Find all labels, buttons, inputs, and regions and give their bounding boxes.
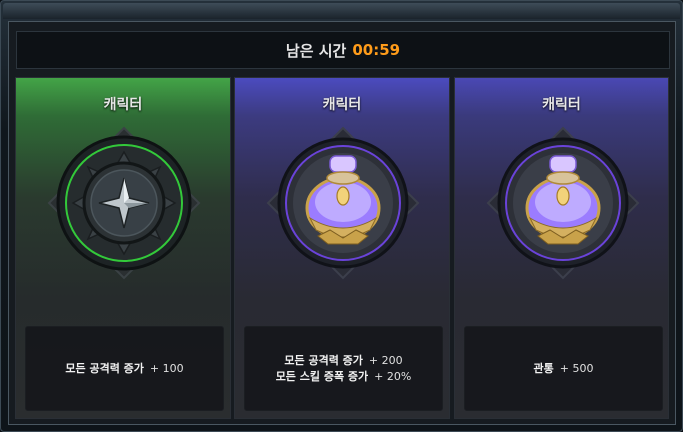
- effect-value: + 100: [149, 361, 184, 375]
- spiked-shield-emblem-icon: [47, 126, 201, 280]
- reward-panel: 남은 시간 00:59 캐릭터 모든 공격력 증가 + 100 캐릭터 모든 공…: [8, 21, 676, 425]
- effect-text: 모든 공격력 증가: [65, 361, 144, 375]
- effect-text: 관통: [533, 361, 554, 375]
- card-title: 캐릭터: [103, 97, 143, 113]
- reward-card-2[interactable]: 캐릭터 모든 공격력 증가 + 200 모든 스킬 증폭 증가 + 20%: [234, 77, 450, 419]
- purple-potion-emblem-icon: [486, 126, 640, 280]
- effect-description: 모든 공격력 증가 + 200 모든 스킬 증폭 증가 + 20%: [244, 326, 443, 411]
- effect-line: 모든 공격력 증가 + 200: [284, 353, 402, 369]
- effect-line: 모든 공격력 증가 + 100: [65, 361, 183, 377]
- card-title: 캐릭터: [542, 97, 581, 113]
- effect-value: + 200: [368, 353, 403, 367]
- effect-text: 모든 스킬 증폭 증가: [275, 369, 369, 383]
- remaining-time-bar: 남은 시간 00:59: [16, 31, 670, 69]
- purple-potion-emblem-icon: [266, 126, 420, 280]
- reward-window: 남은 시간 00:59 캐릭터 모든 공격력 증가 + 100 캐릭터 모든 공…: [0, 0, 683, 432]
- effect-value: + 20%: [374, 369, 412, 383]
- card-title: 캐릭터: [322, 97, 362, 113]
- window-titlebar: [3, 3, 680, 19]
- effect-description: 관통 + 500: [464, 326, 663, 411]
- effect-text: 모든 공격력 증가: [284, 353, 363, 367]
- effect-line: 관통 + 500: [534, 361, 594, 377]
- effect-line: 모든 스킬 증폭 증가 + 20%: [276, 369, 412, 385]
- reward-card-1[interactable]: 캐릭터 모든 공격력 증가 + 100: [15, 77, 231, 419]
- remaining-time-value: 00:59: [352, 41, 401, 59]
- reward-card-3[interactable]: 캐릭터 관통 + 500: [454, 77, 669, 419]
- effect-description: 모든 공격력 증가 + 100: [25, 326, 224, 411]
- effect-value: + 500: [559, 361, 594, 375]
- remaining-time-label: 남은 시간: [285, 41, 347, 60]
